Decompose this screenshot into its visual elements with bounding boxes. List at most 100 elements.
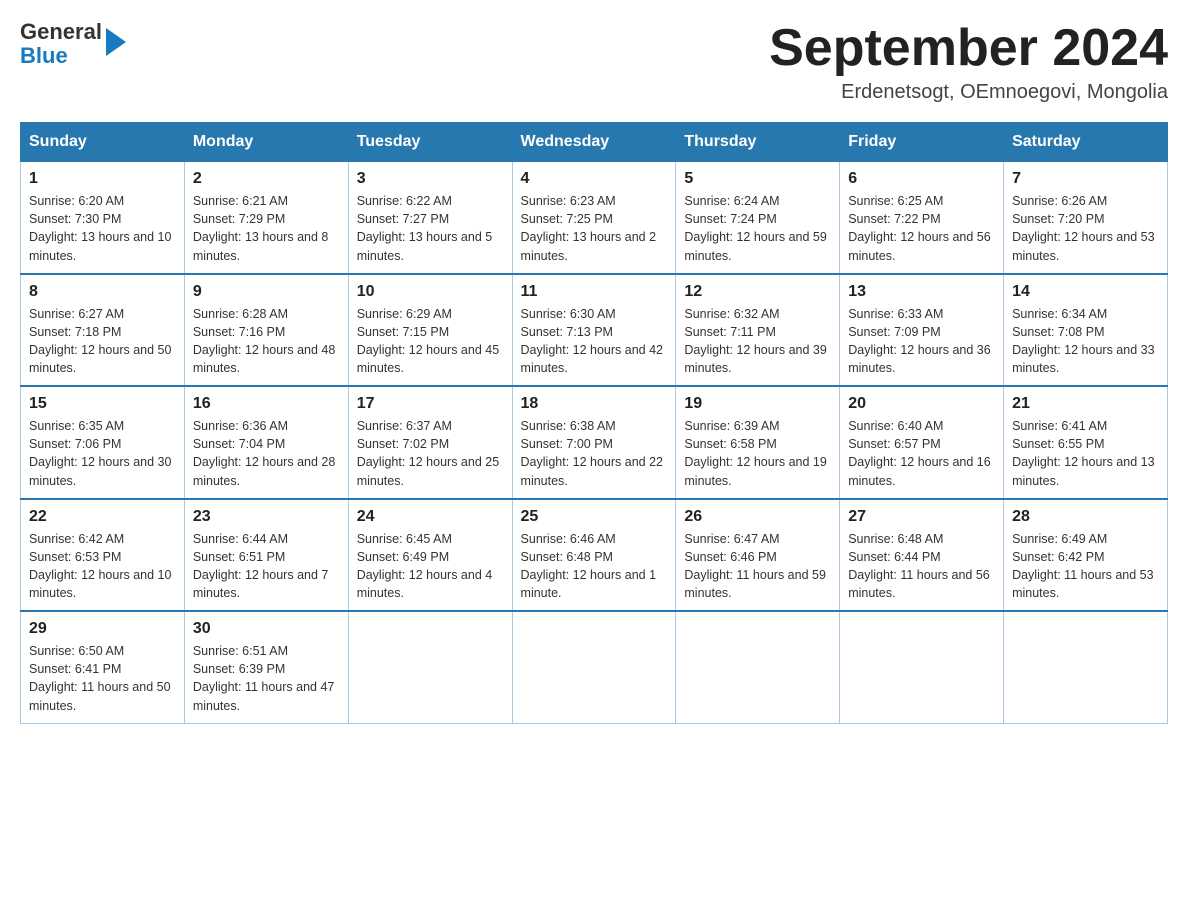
day-number: 27 [848, 508, 995, 526]
day-number: 6 [848, 170, 995, 188]
calendar-cell [348, 611, 512, 723]
weekday-header-sunday: Sunday [21, 123, 185, 162]
calendar-cell: 21 Sunrise: 6:41 AMSunset: 6:55 PMDaylig… [1004, 386, 1168, 499]
calendar-cell: 24 Sunrise: 6:45 AMSunset: 6:49 PMDaylig… [348, 499, 512, 612]
calendar-cell: 19 Sunrise: 6:39 AMSunset: 6:58 PMDaylig… [676, 386, 840, 499]
day-info: Sunrise: 6:44 AMSunset: 6:51 PMDaylight:… [193, 530, 340, 603]
day-number: 12 [684, 283, 831, 301]
day-number: 22 [29, 508, 176, 526]
calendar-cell: 29 Sunrise: 6:50 AMSunset: 6:41 PMDaylig… [21, 611, 185, 723]
logo-text: General Blue [20, 20, 102, 68]
calendar-cell [676, 611, 840, 723]
day-info: Sunrise: 6:25 AMSunset: 7:22 PMDaylight:… [848, 192, 995, 265]
logo-arrow-icon [106, 28, 126, 56]
weekday-header-friday: Friday [840, 123, 1004, 162]
calendar-cell: 26 Sunrise: 6:47 AMSunset: 6:46 PMDaylig… [676, 499, 840, 612]
logo-blue: Blue [20, 43, 68, 68]
day-number: 9 [193, 283, 340, 301]
calendar-cell: 15 Sunrise: 6:35 AMSunset: 7:06 PMDaylig… [21, 386, 185, 499]
day-info: Sunrise: 6:34 AMSunset: 7:08 PMDaylight:… [1012, 305, 1159, 378]
calendar-cell: 10 Sunrise: 6:29 AMSunset: 7:15 PMDaylig… [348, 274, 512, 387]
calendar-cell: 7 Sunrise: 6:26 AMSunset: 7:20 PMDayligh… [1004, 162, 1168, 274]
calendar-cell: 14 Sunrise: 6:34 AMSunset: 7:08 PMDaylig… [1004, 274, 1168, 387]
day-number: 17 [357, 395, 504, 413]
day-number: 24 [357, 508, 504, 526]
location-title: Erdenetsogt, OEmnoegovi, Mongolia [769, 81, 1168, 104]
day-info: Sunrise: 6:50 AMSunset: 6:41 PMDaylight:… [29, 642, 176, 715]
day-number: 28 [1012, 508, 1159, 526]
day-number: 18 [521, 395, 668, 413]
logo-general: General [20, 19, 102, 44]
weekday-header-row: SundayMondayTuesdayWednesdayThursdayFrid… [21, 123, 1168, 162]
day-info: Sunrise: 6:26 AMSunset: 7:20 PMDaylight:… [1012, 192, 1159, 265]
day-number: 10 [357, 283, 504, 301]
day-number: 3 [357, 170, 504, 188]
title-area: September 2024 Erdenetsogt, OEmnoegovi, … [769, 20, 1168, 104]
calendar-cell: 5 Sunrise: 6:24 AMSunset: 7:24 PMDayligh… [676, 162, 840, 274]
day-info: Sunrise: 6:39 AMSunset: 6:58 PMDaylight:… [684, 417, 831, 490]
calendar-week-row: 15 Sunrise: 6:35 AMSunset: 7:06 PMDaylig… [21, 386, 1168, 499]
day-number: 2 [193, 170, 340, 188]
day-info: Sunrise: 6:42 AMSunset: 6:53 PMDaylight:… [29, 530, 176, 603]
day-info: Sunrise: 6:23 AMSunset: 7:25 PMDaylight:… [521, 192, 668, 265]
weekday-header-wednesday: Wednesday [512, 123, 676, 162]
month-title: September 2024 [769, 20, 1168, 77]
day-info: Sunrise: 6:45 AMSunset: 6:49 PMDaylight:… [357, 530, 504, 603]
day-number: 14 [1012, 283, 1159, 301]
calendar-cell: 22 Sunrise: 6:42 AMSunset: 6:53 PMDaylig… [21, 499, 185, 612]
day-info: Sunrise: 6:22 AMSunset: 7:27 PMDaylight:… [357, 192, 504, 265]
day-number: 30 [193, 620, 340, 638]
calendar-cell: 27 Sunrise: 6:48 AMSunset: 6:44 PMDaylig… [840, 499, 1004, 612]
calendar-cell: 12 Sunrise: 6:32 AMSunset: 7:11 PMDaylig… [676, 274, 840, 387]
day-info: Sunrise: 6:47 AMSunset: 6:46 PMDaylight:… [684, 530, 831, 603]
day-number: 29 [29, 620, 176, 638]
day-info: Sunrise: 6:29 AMSunset: 7:15 PMDaylight:… [357, 305, 504, 378]
day-info: Sunrise: 6:30 AMSunset: 7:13 PMDaylight:… [521, 305, 668, 378]
calendar-cell: 16 Sunrise: 6:36 AMSunset: 7:04 PMDaylig… [184, 386, 348, 499]
day-number: 21 [1012, 395, 1159, 413]
calendar-week-row: 29 Sunrise: 6:50 AMSunset: 6:41 PMDaylig… [21, 611, 1168, 723]
calendar-cell: 6 Sunrise: 6:25 AMSunset: 7:22 PMDayligh… [840, 162, 1004, 274]
day-info: Sunrise: 6:48 AMSunset: 6:44 PMDaylight:… [848, 530, 995, 603]
calendar-week-row: 8 Sunrise: 6:27 AMSunset: 7:18 PMDayligh… [21, 274, 1168, 387]
weekday-header-saturday: Saturday [1004, 123, 1168, 162]
day-info: Sunrise: 6:24 AMSunset: 7:24 PMDaylight:… [684, 192, 831, 265]
calendar-week-row: 1 Sunrise: 6:20 AMSunset: 7:30 PMDayligh… [21, 162, 1168, 274]
day-info: Sunrise: 6:49 AMSunset: 6:42 PMDaylight:… [1012, 530, 1159, 603]
calendar-table: SundayMondayTuesdayWednesdayThursdayFrid… [20, 122, 1168, 724]
day-number: 25 [521, 508, 668, 526]
day-number: 13 [848, 283, 995, 301]
calendar-cell: 9 Sunrise: 6:28 AMSunset: 7:16 PMDayligh… [184, 274, 348, 387]
calendar-cell: 23 Sunrise: 6:44 AMSunset: 6:51 PMDaylig… [184, 499, 348, 612]
day-info: Sunrise: 6:36 AMSunset: 7:04 PMDaylight:… [193, 417, 340, 490]
day-number: 1 [29, 170, 176, 188]
day-info: Sunrise: 6:41 AMSunset: 6:55 PMDaylight:… [1012, 417, 1159, 490]
day-number: 11 [521, 283, 668, 301]
calendar-cell [1004, 611, 1168, 723]
day-number: 19 [684, 395, 831, 413]
day-info: Sunrise: 6:46 AMSunset: 6:48 PMDaylight:… [521, 530, 668, 603]
day-number: 7 [1012, 170, 1159, 188]
calendar-cell [840, 611, 1004, 723]
calendar-cell: 3 Sunrise: 6:22 AMSunset: 7:27 PMDayligh… [348, 162, 512, 274]
day-info: Sunrise: 6:21 AMSunset: 7:29 PMDaylight:… [193, 192, 340, 265]
weekday-header-thursday: Thursday [676, 123, 840, 162]
day-info: Sunrise: 6:28 AMSunset: 7:16 PMDaylight:… [193, 305, 340, 378]
day-number: 8 [29, 283, 176, 301]
calendar-cell: 28 Sunrise: 6:49 AMSunset: 6:42 PMDaylig… [1004, 499, 1168, 612]
day-info: Sunrise: 6:37 AMSunset: 7:02 PMDaylight:… [357, 417, 504, 490]
day-number: 16 [193, 395, 340, 413]
calendar-cell: 17 Sunrise: 6:37 AMSunset: 7:02 PMDaylig… [348, 386, 512, 499]
day-info: Sunrise: 6:38 AMSunset: 7:00 PMDaylight:… [521, 417, 668, 490]
calendar-cell: 18 Sunrise: 6:38 AMSunset: 7:00 PMDaylig… [512, 386, 676, 499]
day-number: 15 [29, 395, 176, 413]
day-info: Sunrise: 6:40 AMSunset: 6:57 PMDaylight:… [848, 417, 995, 490]
calendar-cell: 2 Sunrise: 6:21 AMSunset: 7:29 PMDayligh… [184, 162, 348, 274]
day-info: Sunrise: 6:35 AMSunset: 7:06 PMDaylight:… [29, 417, 176, 490]
day-number: 4 [521, 170, 668, 188]
calendar-cell [512, 611, 676, 723]
calendar-week-row: 22 Sunrise: 6:42 AMSunset: 6:53 PMDaylig… [21, 499, 1168, 612]
calendar-cell: 1 Sunrise: 6:20 AMSunset: 7:30 PMDayligh… [21, 162, 185, 274]
day-number: 26 [684, 508, 831, 526]
day-info: Sunrise: 6:20 AMSunset: 7:30 PMDaylight:… [29, 192, 176, 265]
